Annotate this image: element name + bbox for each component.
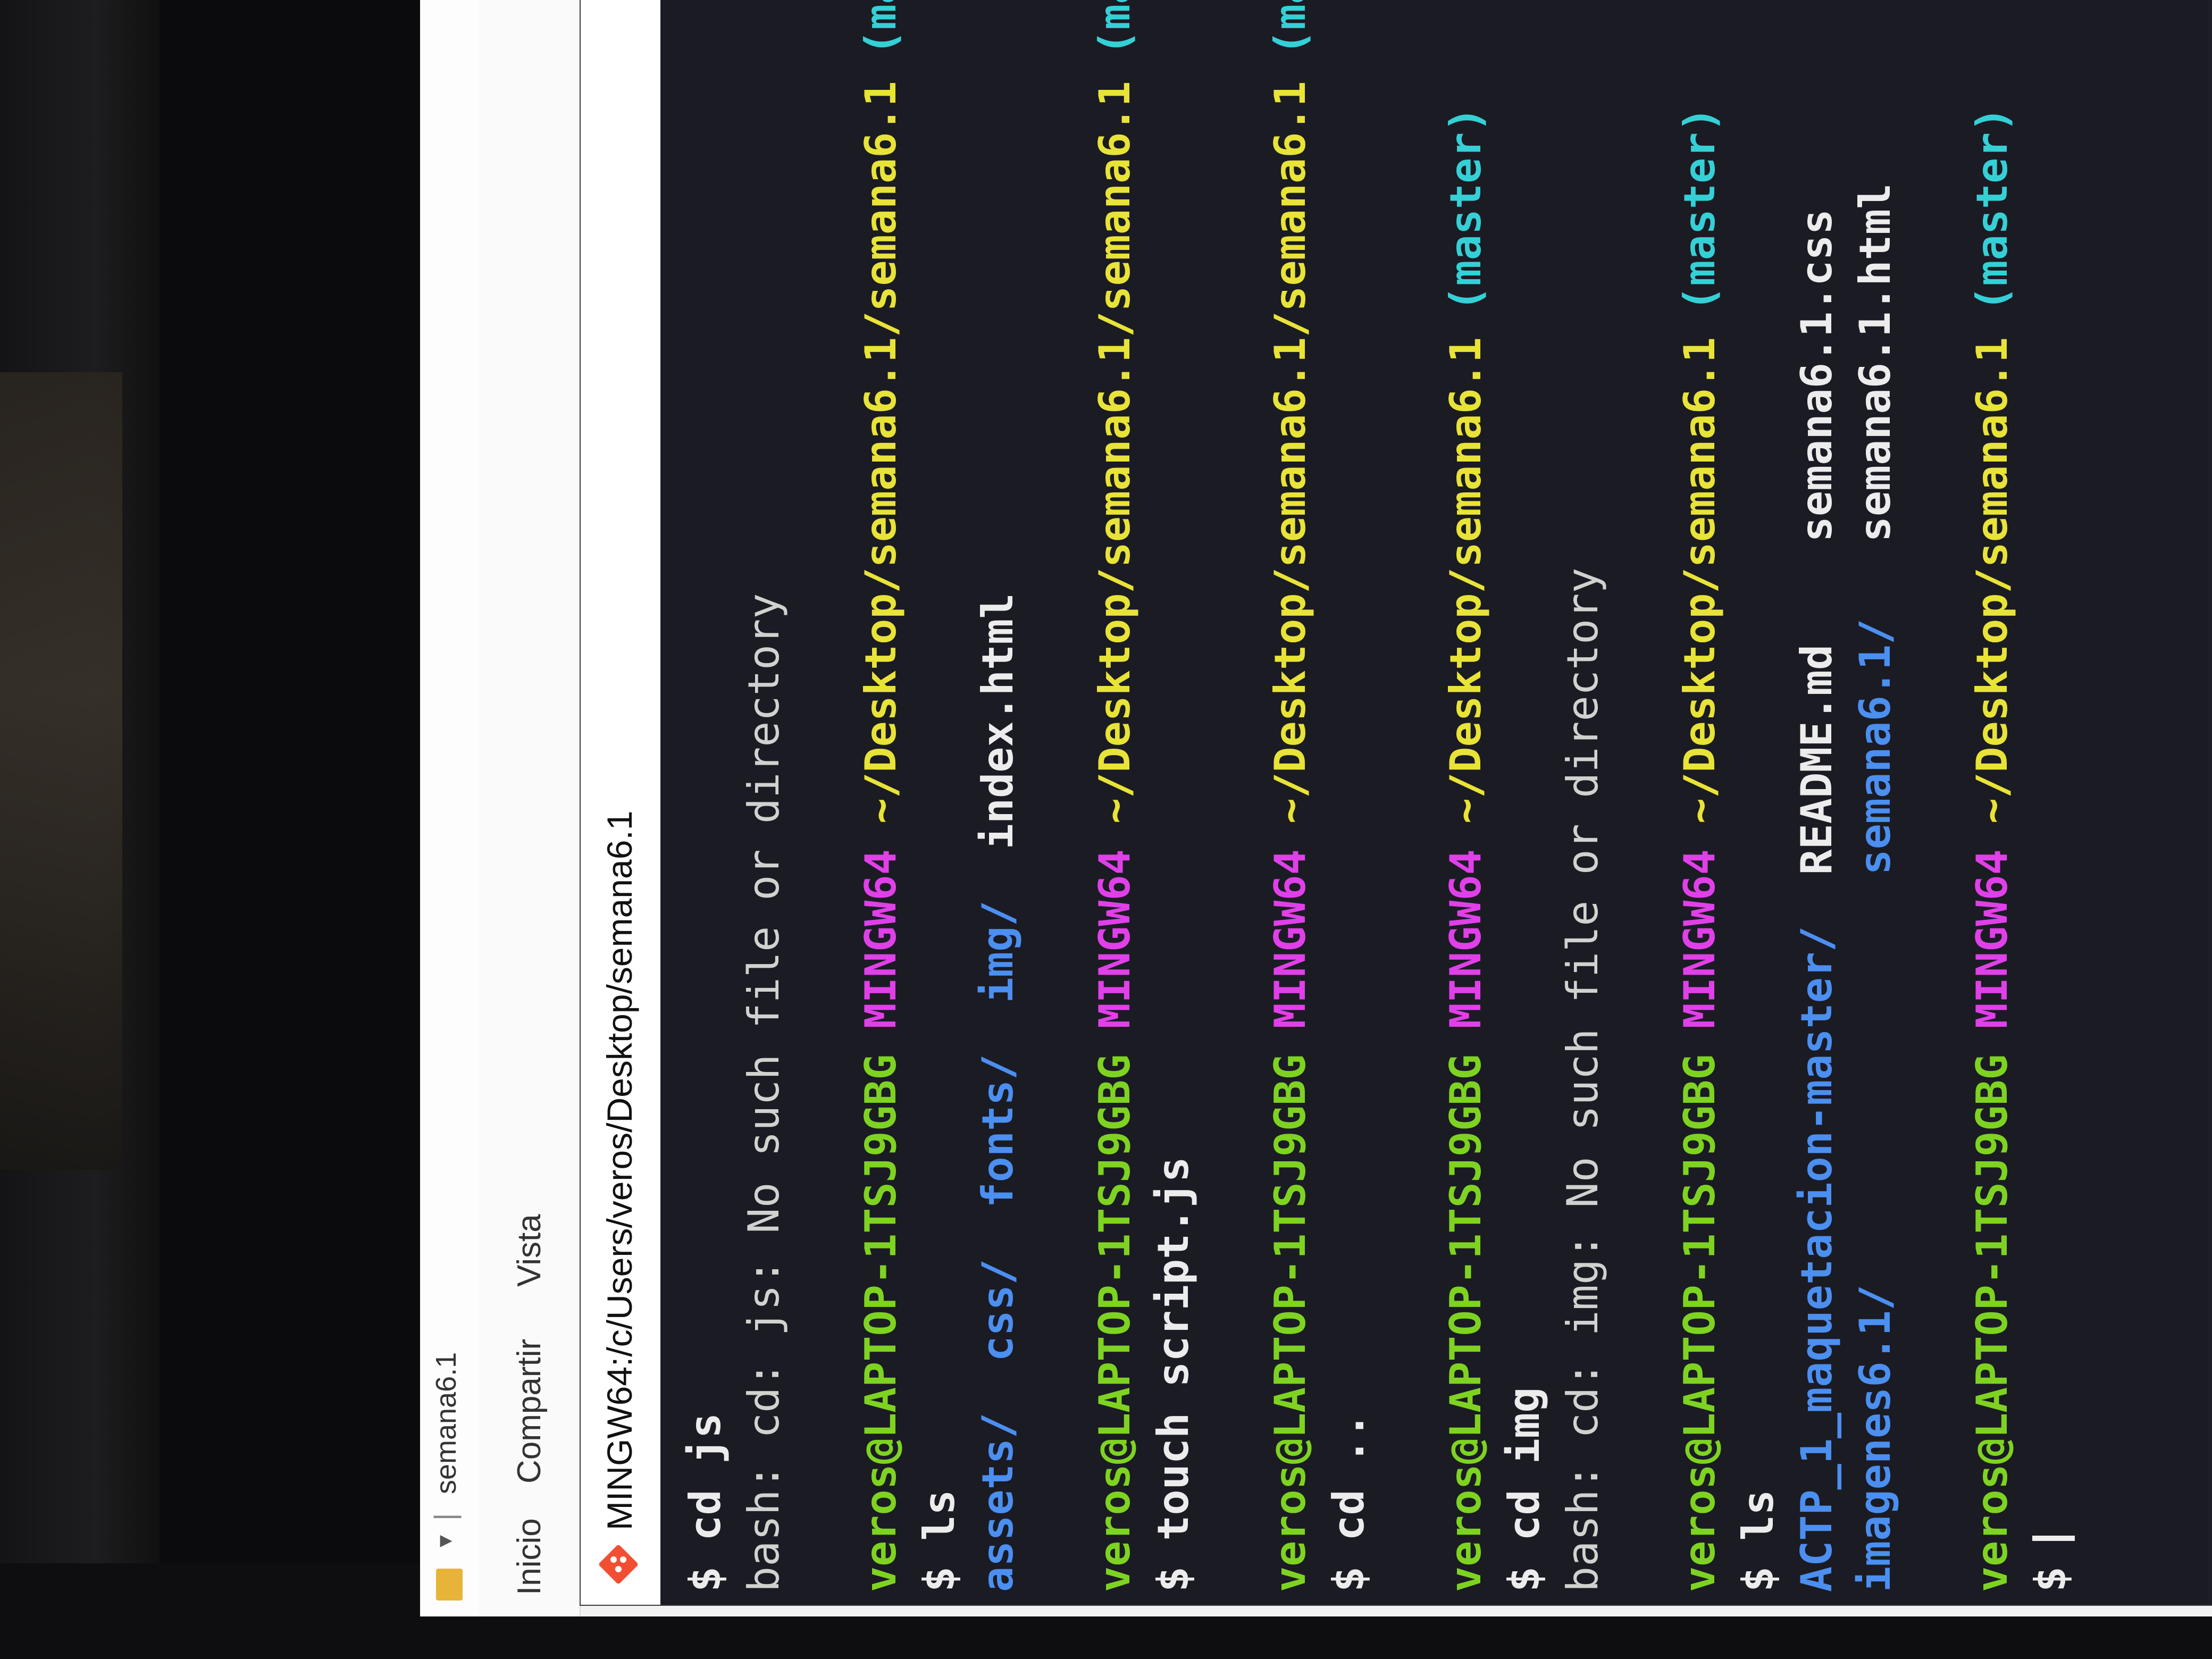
terminal-line: assets/ css/ fonts/ img/ index.html <box>969 0 1027 1592</box>
terminal-line: veros@LAPTOP-1TSJ9GBG MINGW64 ~/Desktop/… <box>852 0 910 1592</box>
ls-entry: index.html <box>973 593 1023 850</box>
ls-entry: img/ <box>973 900 1023 1003</box>
terminal-line: $ touch script.js <box>1144 0 1203 1592</box>
ls-entry: css/ <box>973 1259 1023 1362</box>
command-line: $ ls <box>915 1489 964 1592</box>
terminal-line: bash: cd: js: No such file or directory <box>735 0 793 1592</box>
ls-entry: semana6.1.css <box>1792 209 1841 542</box>
prompt-system: MINGW64 <box>1090 849 1139 1029</box>
terminal-line: veros@LAPTOP-1TSJ9GBG MINGW64 ~/Desktop/… <box>1086 0 1144 1592</box>
command-output: bash: cd: js: No such file or directory <box>739 593 789 1592</box>
tab-compartir[interactable]: Compartir <box>510 1339 548 1484</box>
prompt-path: ~/Desktop/semana6.1/semana6.1 <box>1090 81 1139 824</box>
terminal-title: MINGW64:/c/Users/veros/Desktop/semana6.1 <box>600 810 639 1530</box>
prompt-path: ~/Desktop/semana6.1/semana6.1 <box>856 81 906 824</box>
prompt-path: ~/Desktop/semana6.1 <box>1967 337 2017 824</box>
prompt-path: ~/Desktop/semana6.1 <box>1441 337 1490 824</box>
terminal-line: $ <box>2022 0 2080 1592</box>
command-line: $ cd js <box>681 1412 730 1592</box>
prompt-user: veros@LAPTOP-1TSJ9GBG <box>1090 1054 1139 1592</box>
ls-entry: semana6.1/ <box>1850 618 1900 875</box>
terminal-line: veros@LAPTOP-1TSJ9GBG MINGW64 ~/Desktop/… <box>1671 0 1729 1592</box>
prompt-user: veros@LAPTOP-1TSJ9GBG <box>1266 1054 1315 1592</box>
ls-entry: README.md <box>1792 644 1841 875</box>
folder-icon <box>436 1569 463 1601</box>
prompt-user: veros@LAPTOP-1TSJ9GBG <box>1967 1054 2017 1592</box>
terminal-line: $ cd .. <box>1320 0 1378 1592</box>
git-bash-icon <box>599 1545 638 1583</box>
prompt-branch: (master) <box>1675 106 1724 312</box>
prompt-system: MINGW64 <box>1967 849 2017 1029</box>
explorer-window-title: semana6.1 <box>430 1352 462 1494</box>
command-line: $ ls <box>1733 1489 1783 1592</box>
command-line: $ cd .. <box>1324 1412 1373 1592</box>
ls-entry: assets/ <box>973 1412 1023 1592</box>
terminal-line: bash: cd: img: No such file or directory <box>1554 0 1612 1592</box>
prompt-user: veros@LAPTOP-1TSJ9GBG <box>1441 1054 1490 1592</box>
prompt-system: MINGW64 <box>1441 849 1490 1029</box>
terminal-line: $ cd img <box>1495 0 1554 1592</box>
terminal-window[interactable]: MINGW64:/c/Users/veros/Desktop/semana6.1… <box>580 0 2212 1606</box>
prompt-branch: (master) <box>1090 0 1139 55</box>
terminal-line: veros@LAPTOP-1TSJ9GBG MINGW64 ~/Desktop/… <box>1261 0 1320 1592</box>
photo-background <box>0 372 122 1170</box>
prompt-system: MINGW64 <box>856 849 906 1029</box>
tab-inicio[interactable]: Inicio <box>510 1518 548 1595</box>
terminal-titlebar[interactable]: MINGW64:/c/Users/veros/Desktop/semana6.1… <box>581 0 661 1605</box>
terminal-line: veros@LAPTOP-1TSJ9GBG MINGW64 ~/Desktop/… <box>1963 0 2022 1592</box>
terminal-output[interactable]: $ cd js bash: cd: js: No such file or dir… <box>660 0 2208 1605</box>
screen: ▾ | semana6.1 Inicio Compartir Vista MIN… <box>420 0 2212 1616</box>
ls-entry: ACTP_1_maquetacion-master/ <box>1792 926 1841 1592</box>
tab-vista[interactable]: Vista <box>510 1214 548 1287</box>
terminal-line: $ ls <box>910 0 969 1592</box>
prompt-system: MINGW64 <box>1675 849 1724 1029</box>
command-line: $ <box>2026 1540 2075 1592</box>
terminal-line: $ ls <box>1729 0 1788 1592</box>
ls-entry: imagenes6.1/ <box>1850 1285 1900 1592</box>
terminal-line: imagenes6.1/ semana6.1/ semana6.1.html <box>1846 0 1905 1592</box>
ls-entry: fonts/ <box>973 1054 1023 1208</box>
ls-entry: semana6.1.html <box>1850 183 1900 542</box>
prompt-branch: (master) <box>1441 106 1490 312</box>
command-output: bash: cd: img: No such file or directory <box>1558 567 1607 1592</box>
text-cursor <box>2032 1535 2075 1541</box>
explorer-ribbon: Inicio Compartir Vista <box>479 0 581 1616</box>
prompt-path: ~/Desktop/semana6.1/semana6.1 <box>1266 81 1315 824</box>
titlebar-separator: | <box>428 1513 462 1521</box>
prompt-user: veros@LAPTOP-1TSJ9GBG <box>856 1054 906 1592</box>
prompt-system: MINGW64 <box>1266 849 1315 1029</box>
terminal-line: veros@LAPTOP-1TSJ9GBG MINGW64 ~/Desktop/… <box>1437 0 1495 1592</box>
prompt-user: veros@LAPTOP-1TSJ9GBG <box>1675 1054 1724 1592</box>
terminal-line: ACTP_1_maquetacion-master/ README.md sem… <box>1788 0 1846 1592</box>
terminal-line: $ cd js <box>676 0 735 1592</box>
prompt-branch: (master) <box>856 0 906 55</box>
command-line: $ touch script.js <box>1149 1157 1198 1592</box>
prompt-branch: (master) <box>1266 0 1315 55</box>
prompt-path: ~/Desktop/semana6.1 <box>1675 337 1724 824</box>
prompt-branch: (master) <box>1967 106 2017 312</box>
quick-access-dropdown-icon[interactable]: ▾ <box>430 1535 458 1547</box>
command-line: $ cd img <box>1499 1387 1549 1592</box>
explorer-titlebar: ▾ | semana6.1 <box>420 0 479 1616</box>
